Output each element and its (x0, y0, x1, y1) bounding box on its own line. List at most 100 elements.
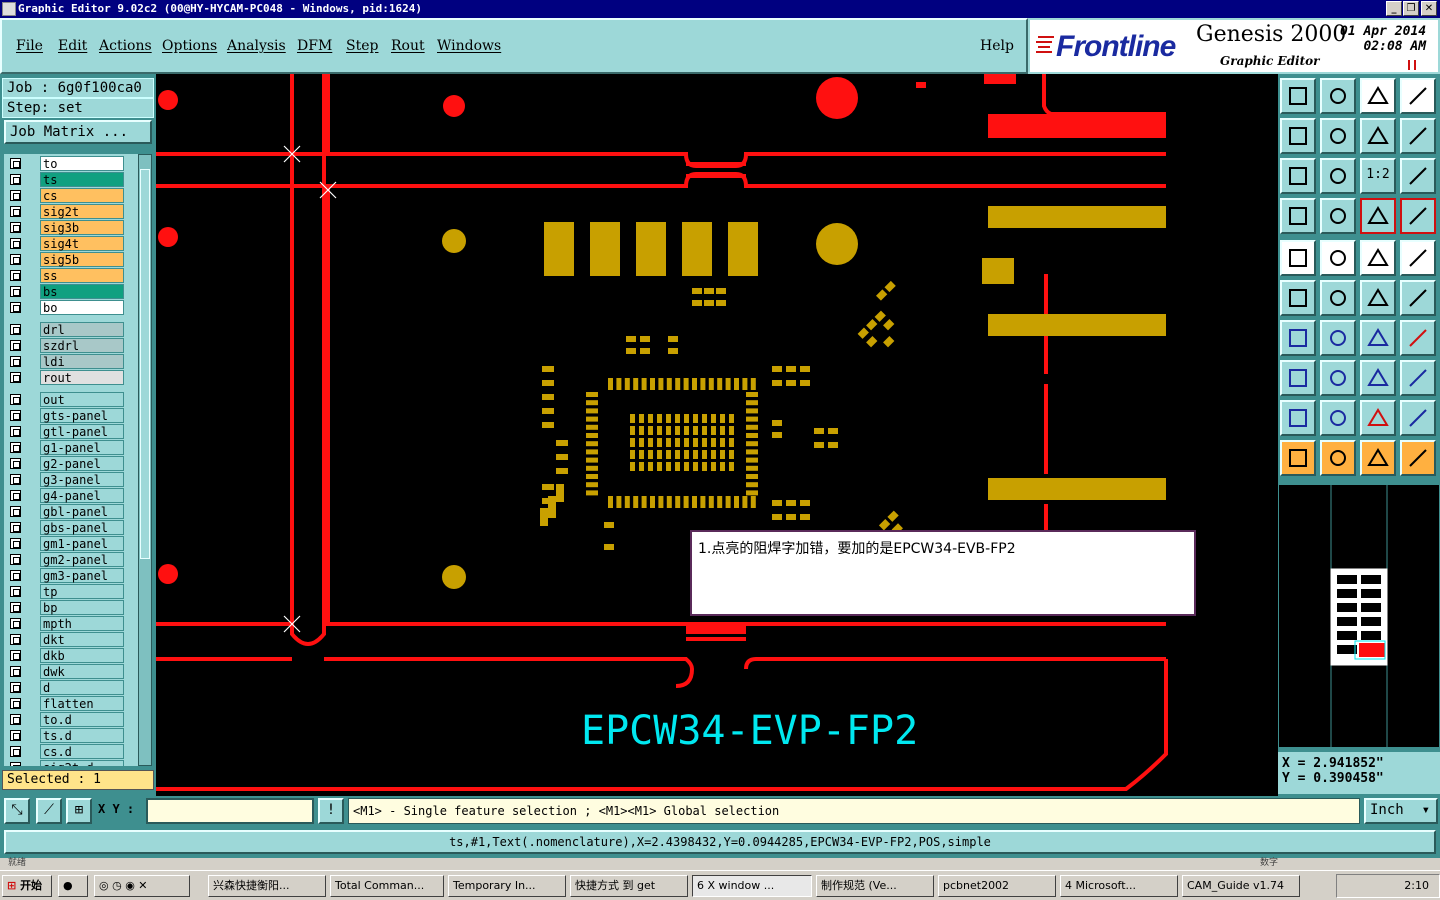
layer-row[interactable]: ts.d (6, 728, 136, 743)
left-pane-icon[interactable] (1280, 118, 1316, 154)
fork-icon[interactable] (1400, 400, 1436, 436)
layer-checkbox[interactable] (10, 254, 21, 265)
layer-name[interactable]: out (40, 392, 124, 407)
layer-row[interactable]: sig2t (6, 204, 136, 219)
layer-name[interactable]: sig2t.d (40, 760, 124, 766)
layer-checkbox[interactable] (10, 554, 21, 565)
layer-row[interactable]: sig2t.d (6, 760, 136, 766)
menu-options[interactable]: Options (162, 38, 217, 54)
cluster-icon[interactable] (1400, 360, 1436, 396)
layer-row[interactable]: to (6, 156, 136, 171)
layer-name[interactable]: bp (40, 600, 124, 615)
menu-analysis[interactable]: Analysis (227, 38, 286, 54)
pad-icon[interactable] (1280, 240, 1316, 276)
layer-name[interactable]: to.d (40, 712, 124, 727)
layer-checkbox[interactable] (10, 602, 21, 613)
layer-checkbox[interactable] (10, 426, 21, 437)
net-icon[interactable] (1280, 280, 1316, 316)
layer-name[interactable]: bo (40, 300, 124, 315)
layer-checkbox[interactable] (10, 372, 21, 383)
layer-checkbox[interactable] (10, 474, 21, 485)
layer-name[interactable]: gbs-panel (40, 520, 124, 535)
layer-row[interactable]: gtl-panel (6, 424, 136, 439)
layer-name[interactable]: sig2t (40, 204, 124, 219)
layer-row[interactable]: rout (6, 370, 136, 385)
layer-name[interactable]: szdrl (40, 338, 124, 353)
layer-row[interactable]: sig3b (6, 220, 136, 235)
box-icon[interactable] (1320, 240, 1356, 276)
layer-checkbox[interactable] (10, 222, 21, 233)
layer-checkbox[interactable] (10, 174, 21, 185)
layer-name[interactable]: rout (40, 370, 124, 385)
connect-icon[interactable] (1360, 280, 1396, 316)
layer-name[interactable]: dkt (40, 632, 124, 647)
filter-icon[interactable] (1280, 198, 1316, 234)
arc-icon[interactable] (1360, 320, 1396, 356)
task-item-2[interactable]: Total Comman... (330, 875, 444, 897)
scroll-thumb[interactable] (140, 169, 150, 559)
layer-name[interactable]: gtl-panel (40, 424, 124, 439)
layer-checkbox[interactable] (10, 570, 21, 581)
layer-row[interactable]: gm1-panel (6, 536, 136, 551)
layer-checkbox[interactable] (10, 698, 21, 709)
layer-icon[interactable] (1360, 198, 1396, 234)
layer-name[interactable]: ts.d (40, 728, 124, 743)
ruler-icon[interactable] (1360, 240, 1396, 276)
layer-name[interactable]: g1-panel (40, 440, 124, 455)
layer-name[interactable]: sig5b (40, 252, 124, 267)
quicklaunch-icon[interactable]: ● (58, 875, 88, 897)
menu-rout[interactable]: Rout (391, 38, 425, 54)
circle-icon[interactable] (1400, 240, 1436, 276)
layer-checkbox[interactable] (10, 714, 21, 725)
layer-checkbox[interactable] (10, 238, 21, 249)
layer-row[interactable]: out (6, 392, 136, 407)
layer-row[interactable]: dkt (6, 632, 136, 647)
layer-name[interactable]: g2-panel (40, 456, 124, 471)
menu-file[interactable]: File (16, 38, 43, 54)
layer-name[interactable]: gbl-panel (40, 504, 124, 519)
layer-name[interactable]: sig3b (40, 220, 124, 235)
graphic-canvas[interactable]: EPCW34-EVP-FP2 (156, 74, 1278, 796)
layer-row[interactable]: g3-panel (6, 472, 136, 487)
layer-name[interactable]: drl (40, 322, 124, 337)
layer-checkbox[interactable] (10, 286, 21, 297)
layer-checkbox[interactable] (10, 506, 21, 517)
layer-name[interactable]: flatten (40, 696, 124, 711)
angle-icon[interactable] (1280, 320, 1316, 356)
layer-row[interactable]: ss (6, 268, 136, 283)
layer-row[interactable]: gm3-panel (6, 568, 136, 583)
task-item-4[interactable]: 快捷方式 到 get (570, 875, 688, 897)
copy-icon[interactable] (1280, 78, 1316, 114)
layer-checkbox[interactable] (10, 158, 21, 169)
layer-name[interactable]: bs (40, 284, 124, 299)
layer-checkbox[interactable] (10, 730, 21, 741)
right-pane-icon[interactable] (1320, 118, 1356, 154)
layer-row[interactable]: to.d (6, 712, 136, 727)
layer-name[interactable]: gts-panel (40, 408, 124, 423)
layer-row[interactable]: ldi (6, 354, 136, 369)
layer-row[interactable]: bo (6, 300, 136, 315)
layer-row[interactable]: cs (6, 188, 136, 203)
layer-checkbox[interactable] (10, 522, 21, 533)
layer-name[interactable]: g3-panel (40, 472, 124, 487)
menu-step[interactable]: Step (346, 38, 378, 54)
measure-icon[interactable]: ⟋ (36, 798, 62, 824)
layer-row[interactable]: sig4t (6, 236, 136, 251)
triangle-icon[interactable] (1280, 400, 1316, 436)
layer-name[interactable]: mpth (40, 616, 124, 631)
layer-row[interactable]: g2-panel (6, 456, 136, 471)
layer-name[interactable]: dkb (40, 648, 124, 663)
layer-name[interactable]: gm1-panel (40, 536, 124, 551)
scale-icon[interactable]: 1:2 (1360, 158, 1396, 194)
menu-actions[interactable]: Actions (99, 38, 152, 54)
minimize-button[interactable]: _ (1386, 1, 1402, 16)
path-icon[interactable] (1400, 440, 1436, 476)
arch-icon[interactable] (1360, 400, 1396, 436)
xy-input[interactable] (146, 798, 314, 824)
split-icon[interactable] (1400, 320, 1436, 356)
snap-icon[interactable] (1320, 280, 1356, 316)
layer-row[interactable]: g4-panel (6, 488, 136, 503)
start-button[interactable]: ⊞ 开始 (2, 875, 52, 897)
mini-map[interactable] (1278, 484, 1440, 749)
menu-edit[interactable]: Edit (58, 38, 87, 54)
